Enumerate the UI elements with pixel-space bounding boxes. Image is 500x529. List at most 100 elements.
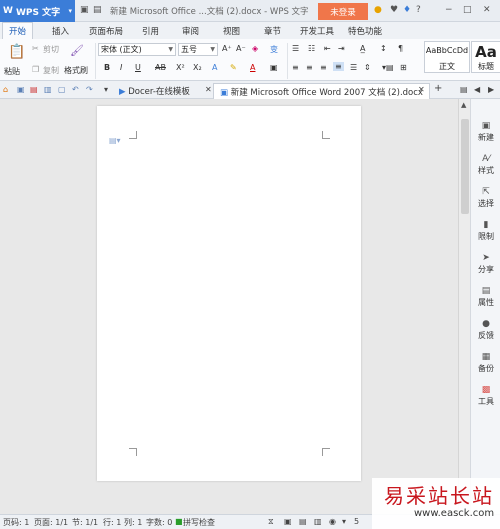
font-name-select[interactable]: 宋体 (正文) ▼ [98, 43, 176, 56]
clear-format-icon[interactable]: ◈ [252, 44, 258, 53]
align-right-icon[interactable]: ≡ [320, 63, 327, 72]
cut-button[interactable]: 剪切 [43, 44, 59, 55]
chevron-down-icon[interactable]: ▾ [104, 85, 108, 94]
decrease-indent-icon[interactable]: ⇤ [324, 44, 331, 53]
bold-icon[interactable]: B [104, 63, 110, 72]
align-center-icon[interactable]: ≡ [306, 63, 313, 72]
zoom-level[interactable]: 5 [354, 517, 359, 526]
shading-icon[interactable]: ▾▤ [382, 63, 394, 72]
web-view-icon[interactable]: ▥ [314, 517, 322, 526]
new-tab-icon[interactable]: + [434, 83, 442, 94]
char-shading-icon[interactable]: ▣ [270, 63, 278, 72]
shirt-icon[interactable]: ♦ [403, 5, 411, 15]
scroll-up-icon[interactable]: ▲ [461, 101, 466, 109]
skin-icon[interactable]: ♥ [390, 5, 398, 15]
sidebar-item-styles[interactable]: A⁄ 样式 [471, 154, 500, 176]
style-normal[interactable]: AaBbCcDd 正文 [424, 41, 470, 73]
tab-review[interactable]: 审阅 [182, 25, 199, 37]
scrollbar-thumb[interactable] [461, 119, 469, 214]
save-icon[interactable]: ▣ [80, 5, 89, 15]
maximize-icon[interactable]: □ [463, 5, 472, 15]
page-view-icon[interactable]: ▣ [284, 517, 292, 526]
show-marks-icon[interactable]: ¶ [398, 44, 403, 53]
export-pdf-icon[interactable]: ▤ [30, 85, 38, 94]
vertical-scrollbar[interactable]: ▲ [458, 99, 470, 514]
font-size-select[interactable]: 五号 ▼ [178, 43, 218, 56]
underline-icon[interactable]: U [135, 63, 141, 72]
document-page[interactable]: ▤▾ [97, 106, 361, 481]
redo-icon[interactable]: ↷ [86, 85, 93, 94]
nav-left-icon[interactable]: ◀ [474, 85, 480, 94]
phonetic-icon[interactable]: 变 [270, 44, 278, 55]
superscript-icon[interactable]: X² [176, 63, 185, 72]
scissors-icon[interactable]: ✂ [32, 44, 39, 53]
distribute-icon[interactable]: ☰ [350, 63, 357, 72]
status-word-count[interactable]: 字数: 0 [146, 517, 172, 528]
zoom-out-icon[interactable]: ▾ [342, 517, 346, 526]
chinese-layout-icon[interactable]: A̲ [360, 44, 365, 53]
align-left-icon[interactable]: ≡ [292, 63, 299, 72]
shrink-font-icon[interactable]: A⁻ [236, 44, 246, 53]
sidebar-item-share[interactable]: ➤ 分享 [471, 253, 500, 275]
strikethrough-icon[interactable]: AB [155, 63, 166, 72]
increase-indent-icon[interactable]: ⇥ [338, 44, 345, 53]
style-heading[interactable]: Aa 标题 [471, 41, 500, 73]
tab-list-icon[interactable]: ▤ [460, 85, 468, 94]
sort-icon[interactable]: ↕ [380, 44, 387, 53]
grow-font-icon[interactable]: A⁺ [222, 44, 232, 53]
text-effect-icon[interactable]: A [212, 63, 217, 72]
format-painter-icon[interactable]: 🖌 [70, 44, 84, 57]
sidebar-item-properties[interactable]: ▤ 属性 [471, 286, 500, 308]
tab-references[interactable]: 引用 [142, 25, 159, 37]
paste-icon[interactable]: 📋 [8, 44, 25, 60]
reading-mode-icon[interactable]: ⧖ [268, 517, 274, 527]
tab-special[interactable]: 特色功能 [348, 25, 382, 37]
format-painter-button[interactable]: 格式刷 [64, 65, 88, 76]
tab-active-document[interactable]: ▣ 新建 Microsoft Office Word 2007 文档 (2).d… [213, 83, 430, 99]
tab-docer[interactable]: ▶ Docer-在线模板 [113, 83, 196, 99]
line-spacing-icon[interactable]: ⇕ [364, 63, 371, 72]
home-icon[interactable]: ⌂ [3, 85, 8, 94]
login-button[interactable]: 未登录 [318, 3, 368, 20]
justify-icon[interactable]: ≡ [333, 62, 344, 71]
close-icon[interactable]: ✕ [483, 5, 491, 15]
copy-icon[interactable]: ❐ [32, 65, 39, 74]
status-page-number[interactable]: 页码: 1 [3, 517, 29, 528]
sidebar-item-feedback[interactable]: ● 反馈 [471, 319, 500, 341]
shield-icon[interactable]: ● [374, 5, 382, 15]
close-tab-icon[interactable]: ✕ [418, 85, 425, 94]
numbering-icon[interactable]: ☷ [308, 44, 315, 53]
minimize-icon[interactable]: − [445, 5, 453, 15]
paste-button[interactable]: 粘贴 [4, 66, 20, 77]
copy-button[interactable]: 复制 [43, 65, 59, 76]
help-icon[interactable]: ? [416, 5, 421, 15]
tab-developer[interactable]: 开发工具 [300, 25, 334, 37]
print-icon[interactable]: ▥ [44, 85, 52, 94]
status-spell-check[interactable]: 拼写检查 [183, 517, 215, 528]
sidebar-item-select[interactable]: ⇱ 选择 [471, 187, 500, 209]
bullets-icon[interactable]: ☰ [292, 44, 299, 53]
sidebar-item-restrict[interactable]: ▮ 限制 [471, 220, 500, 242]
preview-icon[interactable]: ▢ [58, 85, 66, 94]
nav-right-icon[interactable]: ▶ [488, 85, 494, 94]
close-tab-icon[interactable]: ✕ [205, 85, 212, 94]
wps-menu-button[interactable]: W WPS 文字 ▾ [0, 0, 75, 22]
sidebar-item-new[interactable]: ▣ 新建 [471, 121, 500, 143]
print-icon[interactable]: ▤ [93, 5, 102, 15]
outline-view-icon[interactable]: ▤ [299, 517, 307, 526]
save-icon[interactable]: ▣ [17, 85, 25, 94]
sidebar-item-backup[interactable]: ▦ 备份 [471, 352, 500, 374]
tab-page-layout[interactable]: 页面布局 [89, 25, 123, 37]
tab-start[interactable]: 开始 [2, 22, 34, 39]
undo-icon[interactable]: ↶ [72, 85, 79, 94]
tab-view[interactable]: 视图 [223, 25, 240, 37]
focus-view-icon[interactable]: ◉ [329, 517, 336, 526]
sidebar-item-tools[interactable]: ▩ 工具 [471, 385, 500, 407]
subscript-icon[interactable]: X₂ [193, 63, 202, 72]
borders-icon[interactable]: ⊞ [400, 63, 407, 72]
tab-chapter[interactable]: 章节 [264, 25, 281, 37]
font-color-icon[interactable]: A [250, 63, 255, 72]
highlight-icon[interactable]: ✎ [230, 63, 237, 72]
tab-insert[interactable]: 插入 [52, 25, 69, 37]
italic-icon[interactable]: I [120, 63, 122, 72]
